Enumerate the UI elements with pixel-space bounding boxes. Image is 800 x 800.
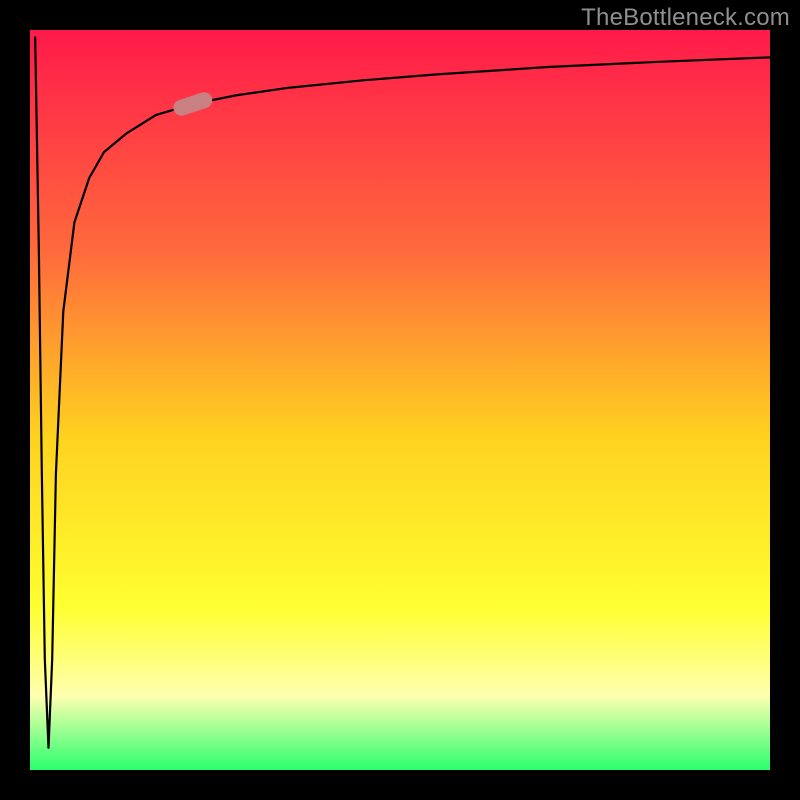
chart-frame: TheBottleneck.com: [0, 0, 800, 800]
plot-area: [30, 30, 770, 770]
attribution-text: TheBottleneck.com: [581, 4, 790, 32]
gradient-background: [30, 30, 770, 770]
chart-svg: [30, 30, 770, 770]
